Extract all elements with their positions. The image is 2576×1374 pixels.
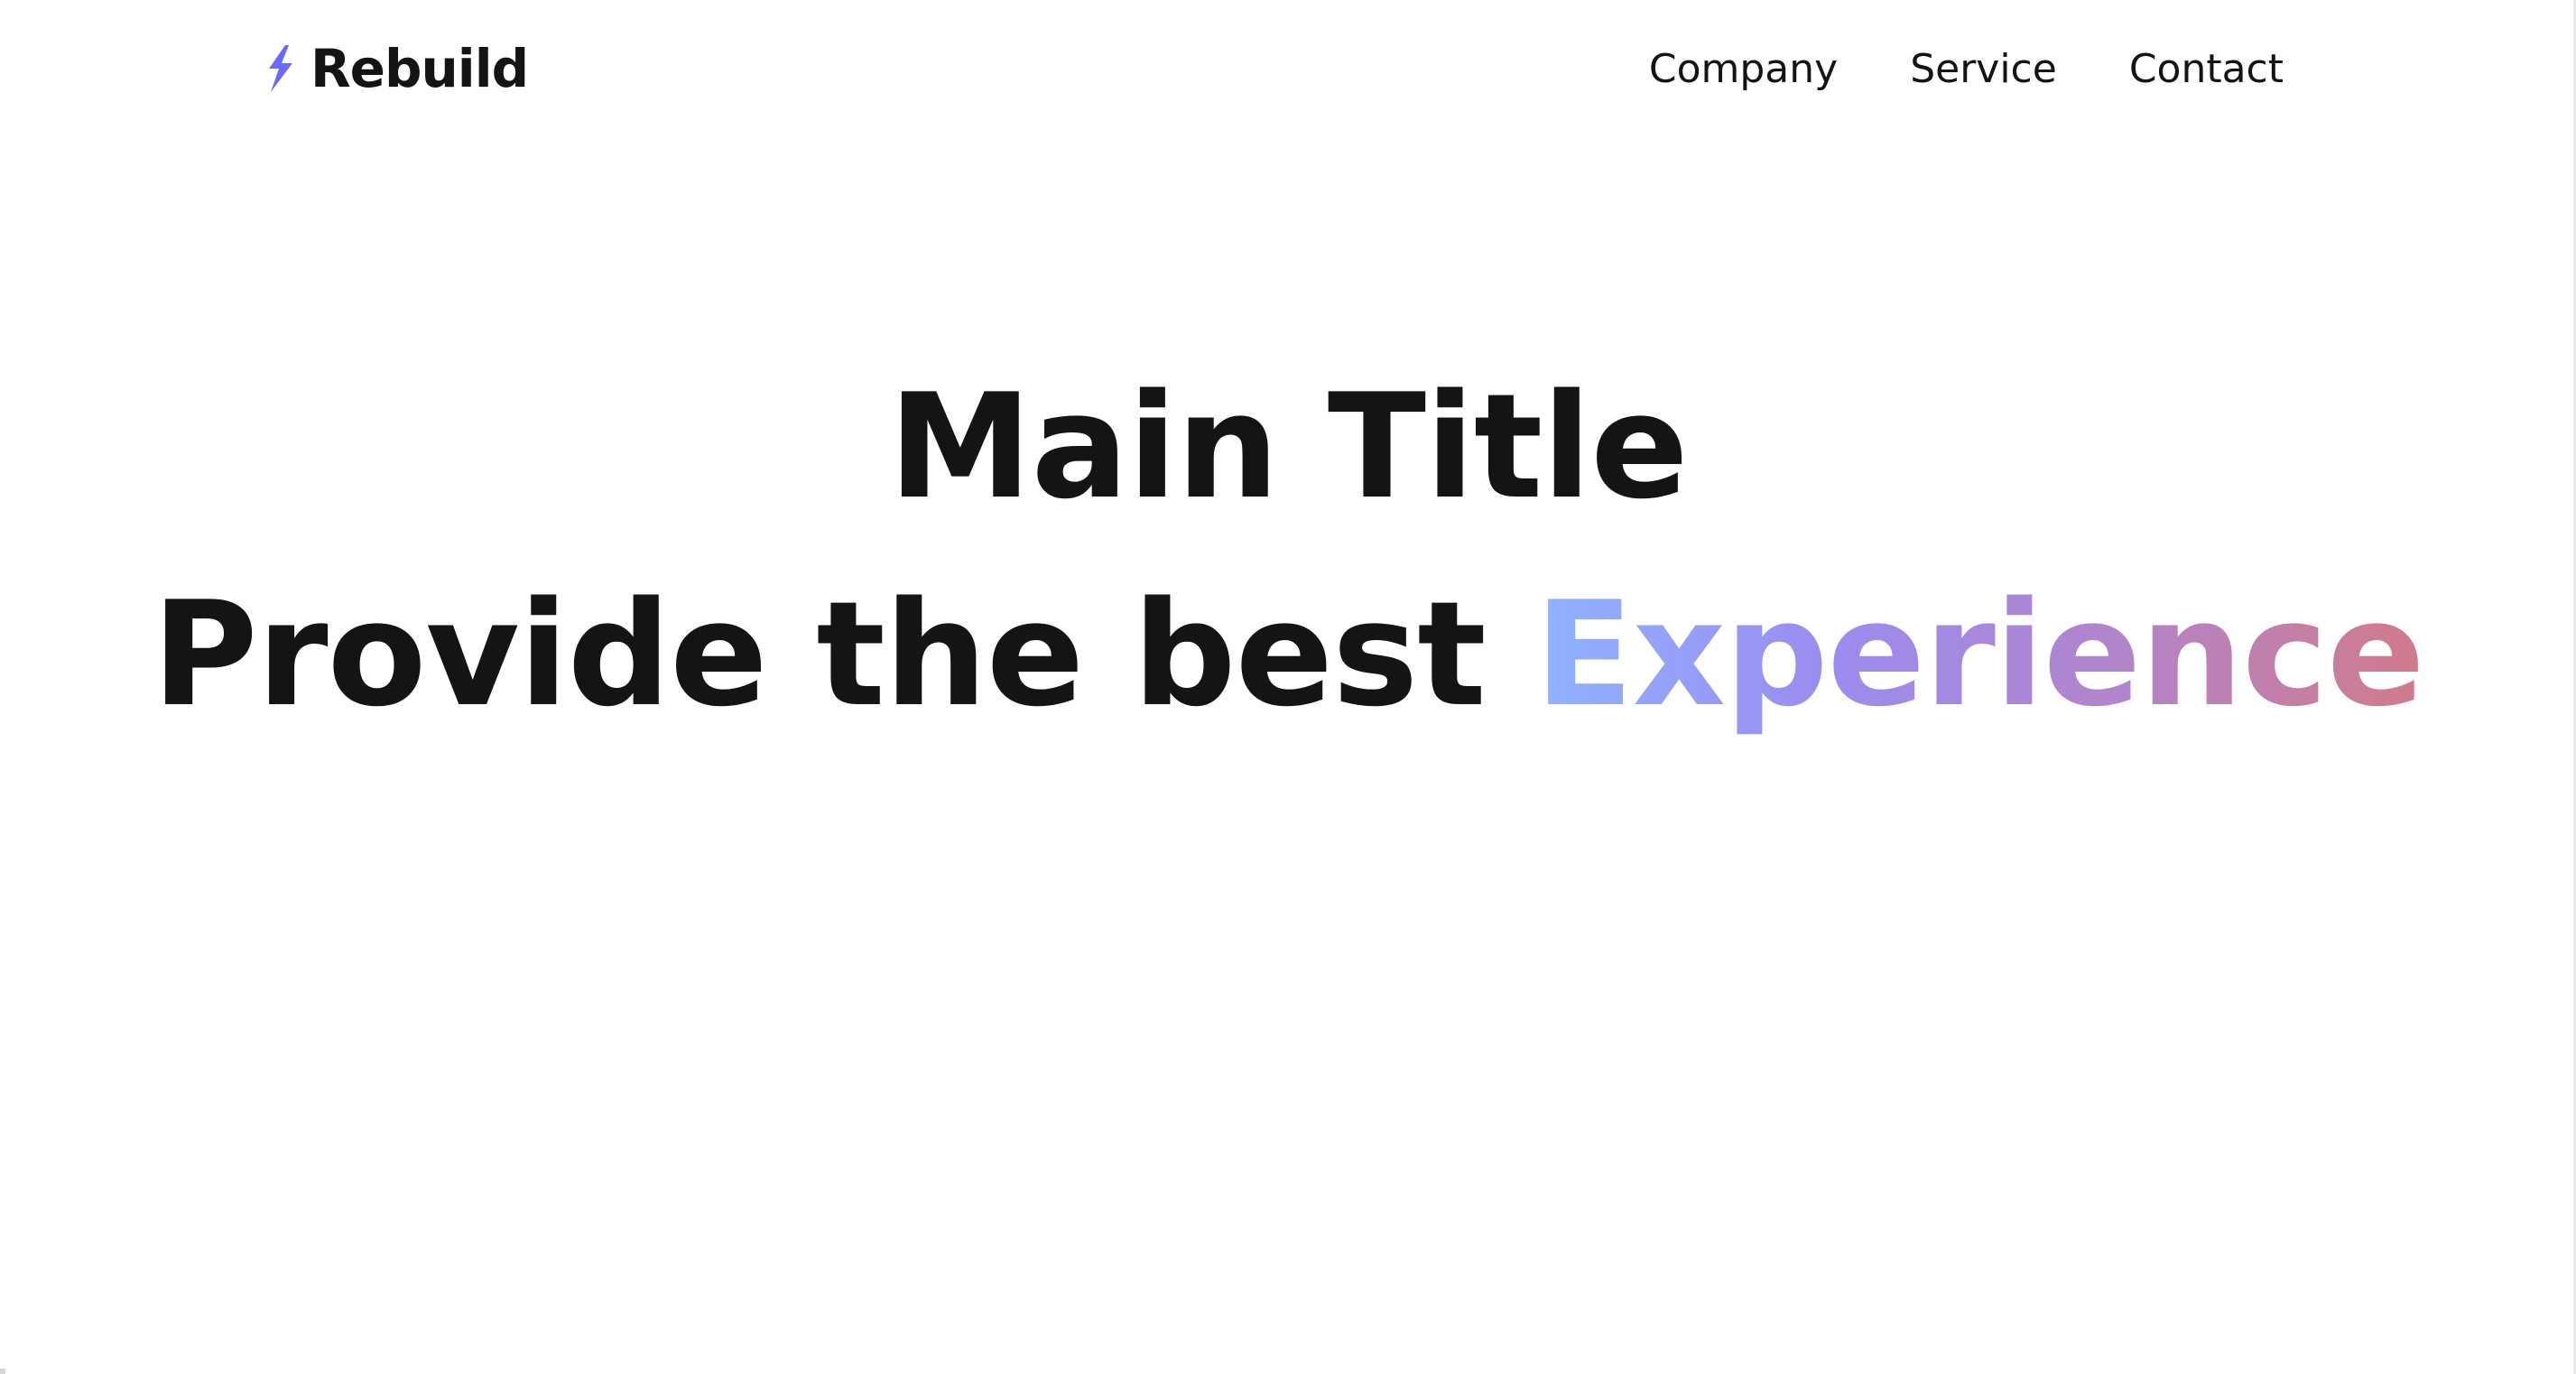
brand-name: Rebuild — [310, 38, 529, 99]
hero-subtitle-prefix: Provide the best — [152, 570, 1535, 738]
hero-section: Main Title Provide the best Experience — [0, 343, 2576, 758]
hero-title: Main Title — [888, 362, 1688, 531]
brand-logo-link[interactable]: Rebuild — [262, 38, 529, 99]
page: Rebuild Company Service Contact Main Tit… — [0, 0, 2576, 1374]
window-corner — [0, 1369, 5, 1374]
hero-subtitle-accent: Experience — [1534, 570, 2424, 738]
main-nav: Company Service Contact — [1649, 46, 2284, 92]
hero-subtitle: Provide the best Experience — [0, 551, 2576, 758]
site-header: Rebuild Company Service Contact — [262, 32, 2284, 105]
nav-link-company[interactable]: Company — [1649, 46, 1838, 92]
nav-link-service[interactable]: Service — [1910, 46, 2057, 92]
nav-link-contact[interactable]: Contact — [2129, 46, 2284, 92]
lightning-bolt-icon — [262, 45, 298, 92]
